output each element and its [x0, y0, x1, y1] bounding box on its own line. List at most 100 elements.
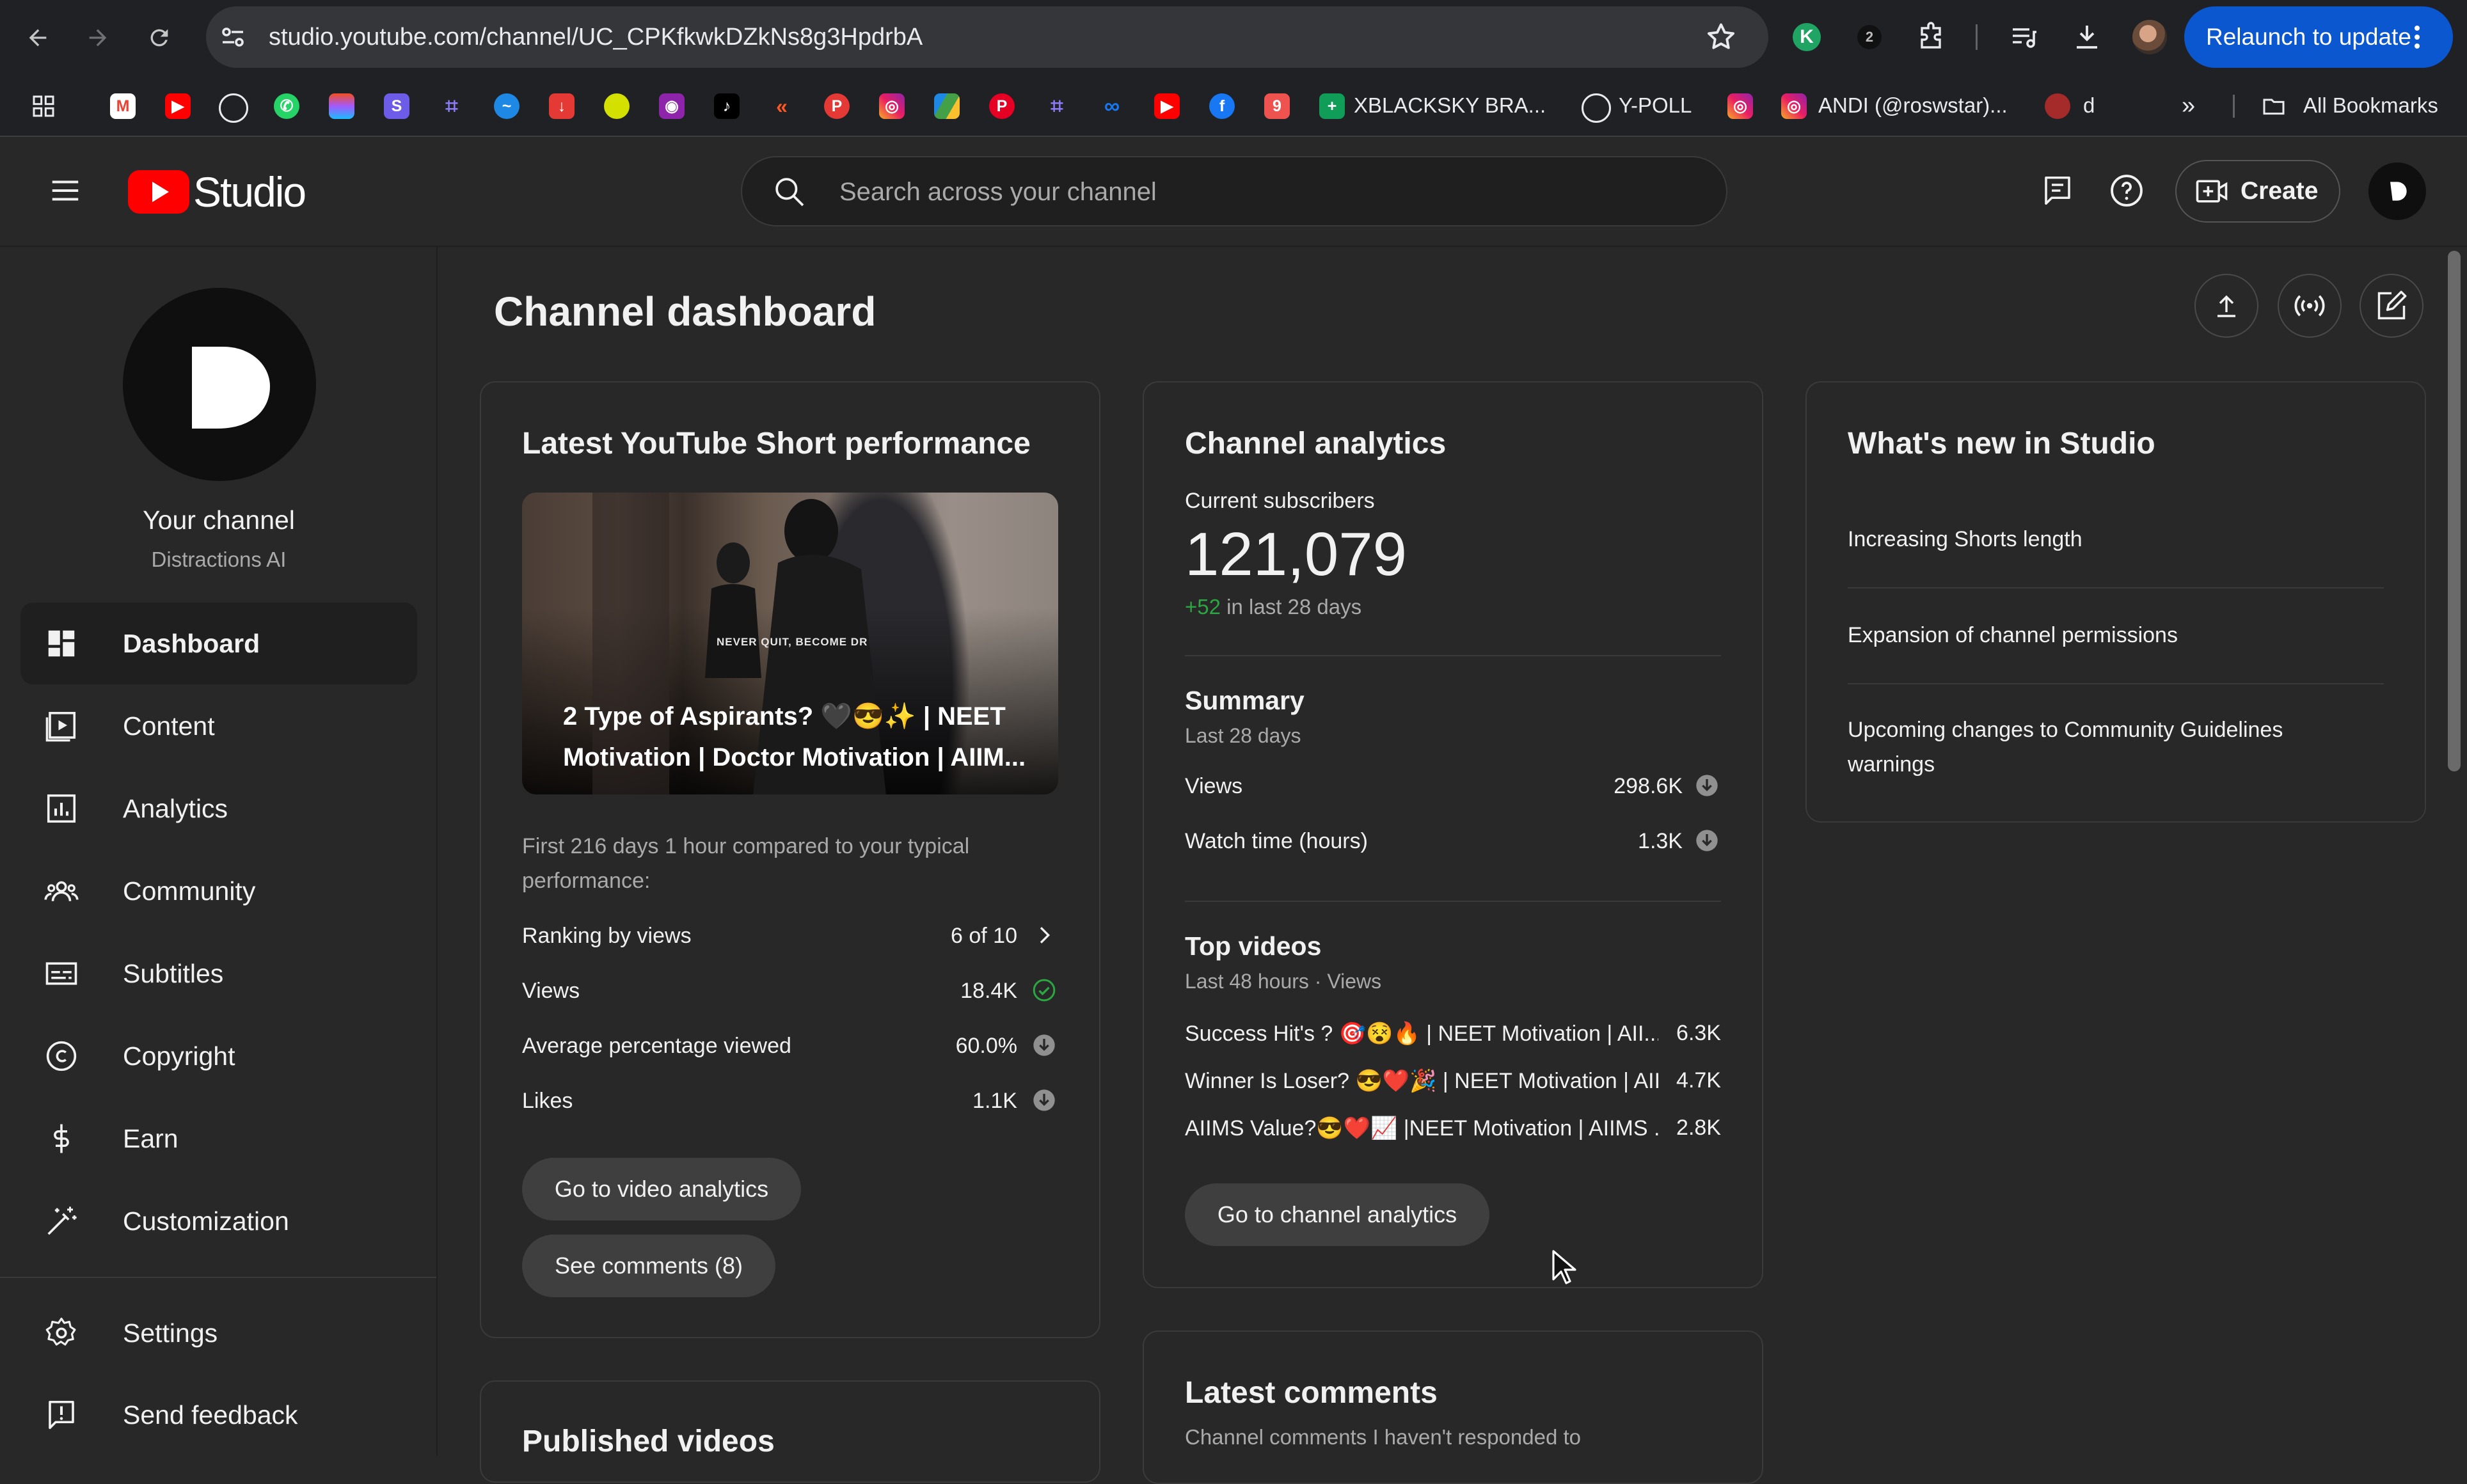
browser-toolbar: studio.youtube.com/channel/UC_CPKfkwkDZk… — [0, 0, 2467, 74]
search-input[interactable] — [838, 157, 1672, 226]
subscribers-delta: +52 — [1185, 595, 1221, 619]
feedback-message-icon[interactable] — [2032, 165, 2083, 216]
nine-app-icon[interactable]: 9 — [1264, 93, 1290, 119]
extension-k-icon[interactable]: K — [1788, 18, 1826, 56]
top-video-title[interactable]: Winner Is Loser? 😎❤️🎉 | NEET Motivation … — [1185, 1068, 1658, 1094]
profile-avatar[interactable] — [2130, 18, 2169, 56]
url-text[interactable]: studio.youtube.com/channel/UC_CPKfkwkDZk… — [269, 6, 923, 68]
likes-label: Likes — [522, 1089, 573, 1113]
your-channel-label[interactable]: Your channel — [0, 505, 438, 535]
help-icon[interactable] — [2101, 165, 2152, 216]
subscribers-delta-suffix: in last 28 days — [1220, 595, 1362, 619]
chatgpt-2-icon[interactable] — [1582, 93, 1611, 123]
sidebar-divider — [0, 1277, 436, 1278]
subtitles-icon — [42, 954, 81, 993]
instagram-2-icon[interactable]: ◎ — [1727, 93, 1753, 119]
apps-grid-icon[interactable] — [31, 93, 56, 119]
facebook-icon[interactable]: f — [1209, 93, 1235, 119]
forward-arrow-icon[interactable] — [74, 14, 122, 61]
news-item[interactable]: Increasing Shorts length — [1848, 522, 2384, 556]
account-avatar[interactable] — [2368, 162, 2426, 220]
figma-icon[interactable] — [329, 93, 354, 119]
short-video-title[interactable]: 2 Type of Aspirants? 🖤😎✨ | NEET Motivati… — [563, 696, 1036, 778]
youtube-2-icon[interactable]: ▶ — [1154, 93, 1180, 119]
reload-icon[interactable] — [136, 14, 183, 61]
sidebar-item-send-feedback[interactable]: Send feedback — [20, 1374, 417, 1456]
sidebar-item-copyright[interactable]: Copyright — [20, 1015, 417, 1097]
earn-icon — [42, 1119, 81, 1158]
square-app-icon[interactable]: ◉ — [659, 93, 685, 119]
google-drive-icon[interactable] — [934, 93, 960, 119]
bookmark-andi[interactable]: ANDI (@roswstar)... — [1818, 74, 2008, 137]
sidebar-item-subtitles[interactable]: Subtitles — [20, 933, 417, 1014]
go-live-button[interactable] — [2278, 274, 2342, 338]
messenger-icon[interactable]: ~ — [494, 93, 520, 119]
downloader-icon[interactable]: ↓ — [549, 93, 575, 119]
mouse-cursor-icon — [1551, 1249, 1576, 1287]
site-info-icon[interactable] — [218, 22, 248, 52]
d-app-icon[interactable] — [2045, 93, 2070, 119]
chevron-right-icon[interactable] — [1031, 922, 1057, 948]
chatgpt-icon[interactable] — [219, 93, 248, 123]
bookmark-star-icon[interactable] — [1704, 20, 1738, 54]
meta-icon[interactable]: ∞ — [1099, 93, 1125, 119]
channel-avatar[interactable] — [123, 288, 316, 481]
back-arrow-icon[interactable] — [14, 14, 61, 61]
chevron-app-icon[interactable]: « — [769, 93, 795, 119]
sidebar-item-content[interactable]: Content — [20, 685, 417, 767]
download-icon[interactable] — [2068, 18, 2106, 56]
hamburger-menu-icon[interactable] — [40, 165, 91, 216]
youtube-logo-icon — [128, 170, 189, 214]
upload-button[interactable] — [2194, 274, 2258, 338]
news-item[interactable]: Upcoming changes to Community Guidelines… — [1848, 713, 2334, 782]
more-vert-icon — [2402, 22, 2432, 52]
relaunch-label: Relaunch to update — [2206, 24, 2411, 50]
dashboard-icon — [42, 624, 81, 663]
sidebar-item-analytics[interactable]: Analytics — [20, 768, 417, 849]
search-bar[interactable] — [741, 156, 1727, 226]
p-app-icon[interactable]: P — [824, 93, 850, 119]
sidebar-item-label: Customization — [123, 1206, 289, 1236]
circle-app-icon[interactable] — [604, 93, 630, 119]
s-app-icon[interactable]: S — [384, 93, 409, 119]
news-item[interactable]: Expansion of channel permissions — [1848, 618, 2384, 652]
youtube-icon[interactable]: ▶ — [165, 93, 191, 119]
instagram-3-icon[interactable]: ◎ — [1781, 93, 1807, 119]
page-scrollbar[interactable] — [2448, 251, 2461, 771]
media-queue-icon[interactable] — [2005, 18, 2043, 56]
extensions-puzzle-icon[interactable] — [1913, 18, 1951, 56]
h-app-icon[interactable]: ⌗ — [439, 93, 464, 119]
sheets-icon[interactable]: + — [1319, 93, 1345, 119]
create-button[interactable]: Create — [2175, 160, 2340, 223]
extension-2-icon[interactable]: 2 — [1850, 18, 1889, 56]
views-value: 18.4K — [960, 979, 1017, 1003]
top-video-title[interactable]: Success Hit's ? 🎯😵🔥 | NEET Motivation | … — [1185, 1021, 1658, 1046]
tiktok-icon[interactable]: ♪ — [714, 93, 740, 119]
studio-logo[interactable]: Studio — [128, 168, 306, 216]
ranking-value: 6 of 10 — [951, 924, 1017, 948]
gmail-icon[interactable]: M — [110, 93, 136, 119]
sidebar-item-earn[interactable]: Earn — [20, 1098, 417, 1180]
top-video-title[interactable]: AIIMS Value?😎❤️📈 |NEET Motivation | AIIM… — [1185, 1116, 1658, 1141]
bookmark-d[interactable]: d — [2083, 74, 2095, 137]
go-to-channel-analytics-button[interactable]: Go to channel analytics — [1185, 1183, 1489, 1246]
bookmark-xblacksky[interactable]: XBLACKSKY BRA... — [1354, 74, 1546, 137]
pinterest-icon[interactable]: P — [989, 93, 1015, 119]
h-app-2-icon[interactable]: ⌗ — [1044, 93, 1070, 119]
instagram-icon[interactable]: ◎ — [879, 93, 905, 119]
summary-title: Summary — [1185, 686, 1305, 715]
whatsapp-icon[interactable]: ✆ — [274, 93, 299, 119]
sidebar-item-settings[interactable]: Settings — [20, 1292, 417, 1374]
all-bookmarks[interactable]: All Bookmarks — [2303, 74, 2438, 137]
more-bookmarks-icon[interactable]: » — [2182, 74, 2195, 137]
bookmarks-divider — [2233, 95, 2235, 118]
sidebar-item-community[interactable]: Community — [20, 850, 417, 932]
bookmark-ypoll[interactable]: Y-POLL — [1619, 74, 1692, 137]
create-post-button[interactable] — [2360, 274, 2423, 338]
sidebar-item-customization[interactable]: Customization — [20, 1180, 417, 1262]
see-comments-button[interactable]: See comments (8) — [522, 1235, 775, 1297]
go-to-video-analytics-button[interactable]: Go to video analytics — [522, 1158, 801, 1220]
sidebar-item-dashboard[interactable]: Dashboard — [20, 603, 417, 684]
relaunch-button[interactable]: Relaunch to update — [2184, 6, 2453, 68]
copyright-icon — [42, 1037, 81, 1075]
